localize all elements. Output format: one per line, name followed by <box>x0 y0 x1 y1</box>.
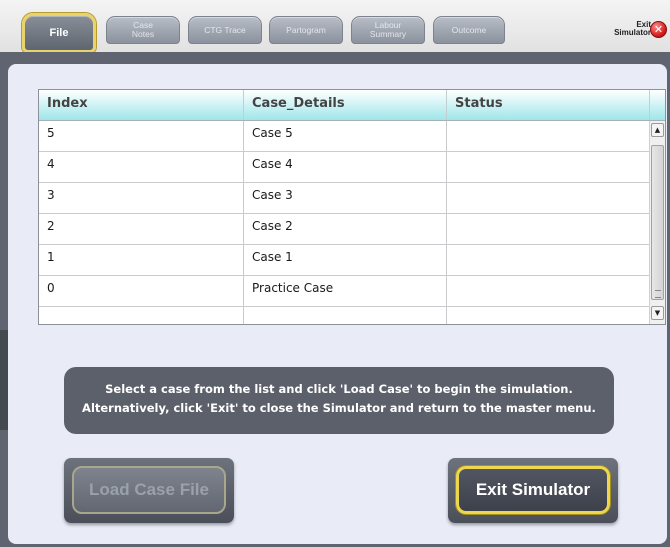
cell-status <box>447 183 649 213</box>
cell-status <box>447 276 649 306</box>
case-table: Index Case_Details Status 5 Case 5 4 Cas… <box>38 89 666 325</box>
exit-simulator-button[interactable]: Exit Simulator <box>456 466 610 514</box>
column-header-index[interactable]: Index <box>39 90 244 120</box>
cell-case-details: Case 4 <box>244 152 447 182</box>
cell-index <box>39 307 244 324</box>
cell-index: 4 <box>39 152 244 182</box>
cell-case-details: Practice Case <box>244 276 447 306</box>
instructions-line-2: Alternatively, click 'Exit' to close the… <box>82 401 596 415</box>
instructions-line-1: Select a case from the list and click 'L… <box>105 382 573 396</box>
cell-case-details: Case 3 <box>244 183 447 213</box>
tab-case-notes[interactable]: Case Notes <box>106 16 180 44</box>
table-row[interactable] <box>39 307 649 324</box>
table-row[interactable]: 0 Practice Case <box>39 276 649 307</box>
cell-status <box>447 214 649 244</box>
column-header-status[interactable]: Status <box>447 90 650 120</box>
table-header: Index Case_Details Status <box>39 90 665 121</box>
cell-index: 1 <box>39 245 244 275</box>
cell-index: 3 <box>39 183 244 213</box>
scroll-thumb[interactable] <box>651 145 664 300</box>
exit-simulator-label[interactable]: Exit Simulator <box>607 21 651 37</box>
cell-case-details: Case 5 <box>244 121 447 151</box>
cell-status <box>447 245 649 275</box>
frame-shadow <box>0 330 8 430</box>
column-header-case-details[interactable]: Case_Details <box>244 90 447 120</box>
close-x-icon[interactable]: ✕ <box>650 21 667 38</box>
tab-outcome[interactable]: Outcome <box>433 16 505 44</box>
cell-index: 0 <box>39 276 244 306</box>
cell-case-details <box>244 307 447 324</box>
load-case-file-button[interactable]: Load Case File <box>72 466 226 514</box>
cell-index: 2 <box>39 214 244 244</box>
cell-status <box>447 121 649 151</box>
cell-index: 5 <box>39 121 244 151</box>
scroll-down-arrow-icon[interactable]: ▼ <box>651 306 664 320</box>
cell-status <box>447 307 649 324</box>
vertical-scrollbar[interactable]: ▲ ▼ <box>649 121 665 324</box>
load-case-button-frame: Load Case File <box>64 458 234 523</box>
table-row[interactable]: 2 Case 2 <box>39 214 649 245</box>
cell-status <box>447 152 649 182</box>
cell-case-details: Case 1 <box>244 245 447 275</box>
table-row[interactable]: 4 Case 4 <box>39 152 649 183</box>
tab-labour-summary[interactable]: Labour Summary <box>351 16 425 44</box>
table-row[interactable]: 3 Case 3 <box>39 183 649 214</box>
instructions-box: Select a case from the list and click 'L… <box>64 367 614 434</box>
scroll-up-arrow-icon[interactable]: ▲ <box>651 123 664 137</box>
exit-simulator-button-frame: Exit Simulator <box>448 458 618 523</box>
table-row[interactable]: 1 Case 1 <box>39 245 649 276</box>
tab-file[interactable]: File <box>22 13 96 53</box>
scroll-grip-icon <box>655 290 661 298</box>
cell-case-details: Case 2 <box>244 214 447 244</box>
tab-partogram[interactable]: Partogram <box>269 16 343 44</box>
table-row[interactable]: 5 Case 5 <box>39 121 649 152</box>
tab-ctg-trace[interactable]: CTG Trace <box>188 16 262 44</box>
